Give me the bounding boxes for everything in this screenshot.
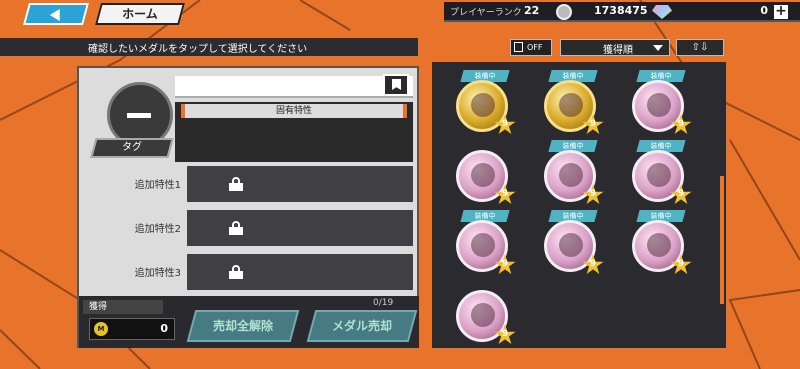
back-button[interactable] — [23, 3, 89, 25]
character-portrait-icon — [647, 163, 671, 187]
medal-item[interactable]: 装備中 9 — [624, 140, 696, 212]
extra-trait-label: 追加特性3 — [134, 268, 181, 279]
lock-icon — [229, 221, 243, 235]
extra-trait-label: 追加特性2 — [134, 224, 181, 235]
chevron-down-icon — [653, 45, 663, 51]
character-portrait-icon — [471, 93, 495, 117]
bookmark-icon — [514, 42, 523, 52]
medal-grid-scrollbar[interactable] — [720, 176, 724, 304]
medal-item[interactable]: 9 — [448, 280, 520, 352]
coin-value: 1738475 — [594, 4, 648, 17]
instruction-text: 確認したいメダルをタップして選択してください — [88, 44, 308, 55]
add-gems-button[interactable]: + — [774, 4, 788, 19]
medal-item[interactable]: 装備中 9 — [536, 210, 608, 282]
character-portrait-icon — [471, 303, 495, 327]
sort-select-value: 獲得順 — [603, 45, 633, 56]
gem-icon — [652, 5, 672, 19]
extra-trait-slot[interactable] — [187, 210, 413, 246]
extra-trait-slot[interactable] — [187, 254, 413, 290]
medal-item[interactable]: 装備中 9 — [624, 210, 696, 282]
character-portrait-icon — [559, 93, 583, 117]
character-portrait-icon — [647, 233, 671, 257]
medal-coin-icon: M — [94, 322, 108, 336]
tag-button-label: タグ — [122, 142, 142, 153]
favorite-filter-toggle[interactable]: OFF — [510, 39, 552, 56]
medal-item[interactable]: 装備中 9 — [536, 70, 608, 142]
action-strip: 獲得 M 0 売却全解除 0/19 メダル売却 — [79, 296, 419, 348]
sell-medal-button[interactable]: メダル売却 — [306, 310, 418, 342]
bookmark-icon — [392, 79, 401, 90]
gem-value: 0 — [760, 4, 768, 17]
medal-name-bar — [175, 76, 413, 98]
unique-trait-title: 固有特性 — [181, 104, 407, 118]
player-rank-label: プレイヤーランク — [450, 8, 522, 18]
tag-button[interactable]: タグ — [90, 138, 174, 158]
character-portrait-icon — [559, 163, 583, 187]
medal-item[interactable]: 9 — [448, 140, 520, 212]
character-portrait-icon — [471, 233, 495, 257]
character-portrait-icon — [559, 233, 583, 257]
medal-item[interactable]: 装備中 9 — [536, 140, 608, 212]
top-bar: ホーム プレイヤーランク 22 1738475 0 + — [0, 0, 800, 30]
extra-trait-slot[interactable] — [187, 166, 413, 202]
lock-icon — [229, 265, 243, 279]
lock-icon — [229, 177, 243, 191]
medal-item[interactable]: 装備中 9 — [448, 70, 520, 142]
cancel-all-sell-button[interactable]: 売却全解除 — [186, 310, 300, 342]
extra-trait-label: 追加特性1 — [134, 180, 181, 191]
home-button-label: ホーム — [122, 7, 158, 21]
extra-trait-row[interactable]: 追加特性1 — [79, 164, 419, 202]
instruction-bar: 確認したいメダルをタップして選択してください — [0, 38, 418, 56]
sell-medal-label: メダル売却 — [331, 319, 392, 333]
player-rank-value: 22 — [524, 4, 540, 17]
acquire-label: 獲得 — [83, 300, 163, 314]
extra-trait-row[interactable]: 追加特性2 — [79, 208, 419, 246]
character-portrait-icon — [647, 93, 671, 117]
bookmark-button[interactable] — [383, 74, 409, 96]
back-arrow-icon — [49, 9, 60, 21]
status-bar: プレイヤーランク 22 1738475 0 + — [444, 2, 800, 22]
extra-trait-row[interactable]: 追加特性3 — [79, 252, 419, 290]
coin-icon — [556, 4, 572, 20]
sort-select[interactable]: 獲得順 — [560, 39, 670, 56]
medal-item[interactable]: 装備中 9 — [448, 210, 520, 282]
sell-count: 0/19 — [373, 298, 394, 308]
favorite-filter-state: OFF — [527, 43, 543, 52]
acquire-value: 0 — [160, 322, 168, 335]
unique-trait-box: 固有特性 — [175, 102, 413, 162]
character-portrait-icon — [471, 163, 495, 187]
home-button[interactable]: ホーム — [95, 3, 185, 25]
empty-dash-icon — [127, 113, 151, 118]
cancel-all-sell-label: 売却全解除 — [212, 319, 273, 333]
sort-order-button[interactable]: ⇧⇩ — [676, 39, 724, 56]
medal-detail-panel: 固有特性 タグ 追加特性1 追加特性2 追加特性3 獲得 M 0 売却全解除 0… — [77, 66, 419, 348]
medal-item[interactable]: 装備中 9 — [624, 70, 696, 142]
acquire-value-box: M 0 — [89, 318, 175, 340]
